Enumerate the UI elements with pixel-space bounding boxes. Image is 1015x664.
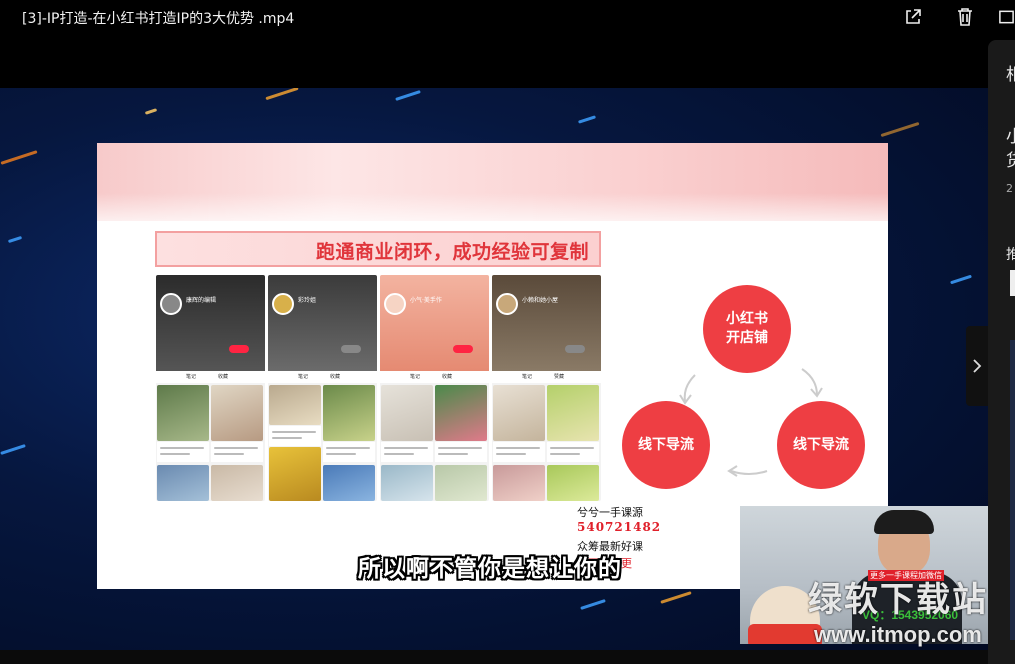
side-panel-tab[interactable]: 相 bbox=[1006, 60, 1015, 85]
note-thumbnail bbox=[211, 465, 263, 501]
node-offline-left: 线下导流 bbox=[622, 401, 710, 489]
profile-name: 彩玲姐 bbox=[298, 297, 317, 304]
avatar bbox=[496, 293, 518, 315]
profile-header: 小气·美手作 bbox=[380, 275, 489, 371]
tab-collect: 收藏 bbox=[330, 374, 341, 380]
profile-screenshot: 小气·美手作 笔记 收藏 bbox=[380, 275, 489, 501]
window-title: [3]-IP打造-在小红书打造IP的3大优势 .mp4 bbox=[22, 11, 295, 27]
slide-banner-text: 跑通商业闭环，成功经验可复制 bbox=[315, 241, 589, 263]
note-thumbnail bbox=[381, 385, 433, 441]
site-watermark-name: 绿软下载站 bbox=[808, 581, 988, 619]
cycle-diagram: 小红书 开店铺 线下导流 线下导流 bbox=[617, 283, 887, 503]
profile-screenshot: 彩玲姐 笔记 收藏 bbox=[268, 275, 377, 501]
note-caption bbox=[157, 442, 209, 462]
node-xiaohongshu-shop: 小红书 开店铺 bbox=[703, 285, 791, 373]
plush-toy-scarf bbox=[748, 624, 822, 644]
note-thumbnail bbox=[381, 465, 433, 501]
light-streak bbox=[0, 150, 38, 165]
tab-collect: 收藏 bbox=[442, 374, 453, 380]
profile-name: 小赖和她小屋 bbox=[522, 297, 559, 304]
profile-screenshot: 小赖和她小屋 笔记 赞藏 bbox=[492, 275, 601, 501]
light-streak bbox=[395, 90, 421, 101]
node-offline-right: 线下导流 bbox=[777, 401, 865, 489]
light-streak bbox=[144, 108, 158, 115]
note-thumbnail bbox=[211, 385, 263, 441]
note-thumbnail bbox=[157, 465, 209, 501]
slide-header-fade bbox=[97, 193, 888, 233]
title-bar: [3]-IP打造-在小红书打造IP的3大优势 .mp4 bbox=[0, 0, 1015, 36]
side-panel-meta: 2 bbox=[1006, 182, 1013, 195]
light-streak bbox=[660, 591, 692, 604]
slide-banner: 跑通商业闭环，成功经验可复制 bbox=[155, 231, 601, 267]
chevron-right-icon[interactable] bbox=[966, 326, 988, 406]
tab-notes: 笔记 bbox=[298, 374, 309, 380]
note-thumbnail bbox=[269, 447, 321, 501]
note-thumbnail bbox=[435, 385, 487, 441]
side-panel-list[interactable] bbox=[1010, 340, 1015, 640]
note-caption bbox=[269, 426, 321, 446]
watermark-line-1: 兮兮一手课源 bbox=[577, 506, 643, 519]
avatar bbox=[160, 293, 182, 315]
profile-name: 康辉的编辑 bbox=[186, 297, 217, 304]
profile-tabs: 笔记 赞藏 bbox=[492, 371, 601, 383]
profile-header: 小赖和她小屋 bbox=[492, 275, 601, 371]
light-streak bbox=[265, 88, 299, 101]
note-thumbnail bbox=[547, 465, 599, 501]
video-bottom-bar bbox=[0, 650, 988, 664]
note-caption bbox=[493, 442, 545, 462]
light-streak bbox=[0, 444, 26, 455]
profile-header: 彩玲姐 bbox=[268, 275, 377, 371]
follow-button bbox=[565, 345, 585, 353]
side-panel-thumb[interactable] bbox=[1010, 270, 1015, 296]
tab-notes: 笔记 bbox=[410, 374, 421, 380]
video-subtitle: 所以啊不管你是想让你的 bbox=[358, 556, 622, 582]
note-thumbnail bbox=[493, 385, 545, 441]
side-panel-title: 小 bbox=[1006, 127, 1015, 147]
video-top-letterbox bbox=[0, 36, 988, 88]
follow-button bbox=[453, 345, 473, 353]
profile-tabs: 笔记 收藏 bbox=[156, 371, 265, 383]
light-streak bbox=[950, 274, 972, 285]
avatar bbox=[272, 293, 294, 315]
follow-button bbox=[229, 345, 249, 353]
profile-name: 小气·美手作 bbox=[410, 297, 442, 304]
window-icon[interactable] bbox=[998, 6, 1015, 28]
tab-notes: 笔记 bbox=[522, 374, 533, 380]
follow-button bbox=[341, 345, 361, 353]
note-thumbnail bbox=[157, 385, 209, 441]
trash-icon[interactable] bbox=[954, 6, 976, 28]
light-streak bbox=[880, 121, 920, 138]
profile-tabs: 笔记 收藏 bbox=[268, 371, 377, 383]
side-panel-title: 货 bbox=[1006, 151, 1015, 171]
tab-collect: 收藏 bbox=[218, 374, 229, 380]
profile-header: 康辉的编辑 bbox=[156, 275, 265, 371]
avatar bbox=[384, 293, 406, 315]
side-panel-section: 推 bbox=[1006, 247, 1015, 263]
note-thumbnail bbox=[493, 465, 545, 501]
tab-notes: 笔记 bbox=[186, 374, 197, 380]
note-caption bbox=[381, 442, 433, 462]
note-caption bbox=[211, 442, 263, 462]
profile-tabs: 笔记 收藏 bbox=[380, 371, 489, 383]
note-caption bbox=[323, 442, 375, 462]
profile-screenshot: 康辉的编辑 笔记 收藏 bbox=[156, 275, 265, 501]
note-caption bbox=[435, 442, 487, 462]
note-thumbnail bbox=[323, 385, 375, 441]
site-watermark-url: www.itmop.com bbox=[814, 622, 982, 647]
watermark-line-2: 540721482 bbox=[577, 520, 662, 534]
note-caption bbox=[547, 442, 599, 462]
note-thumbnail bbox=[323, 465, 375, 501]
note-thumbnail bbox=[269, 385, 321, 425]
tab-collect: 赞藏 bbox=[554, 374, 565, 380]
light-streak bbox=[577, 115, 597, 124]
note-thumbnail bbox=[435, 465, 487, 501]
light-streak bbox=[7, 235, 23, 244]
presenter-hair bbox=[874, 510, 934, 534]
note-thumbnail bbox=[547, 385, 599, 441]
light-streak bbox=[580, 599, 606, 610]
external-open-icon[interactable] bbox=[902, 6, 924, 28]
